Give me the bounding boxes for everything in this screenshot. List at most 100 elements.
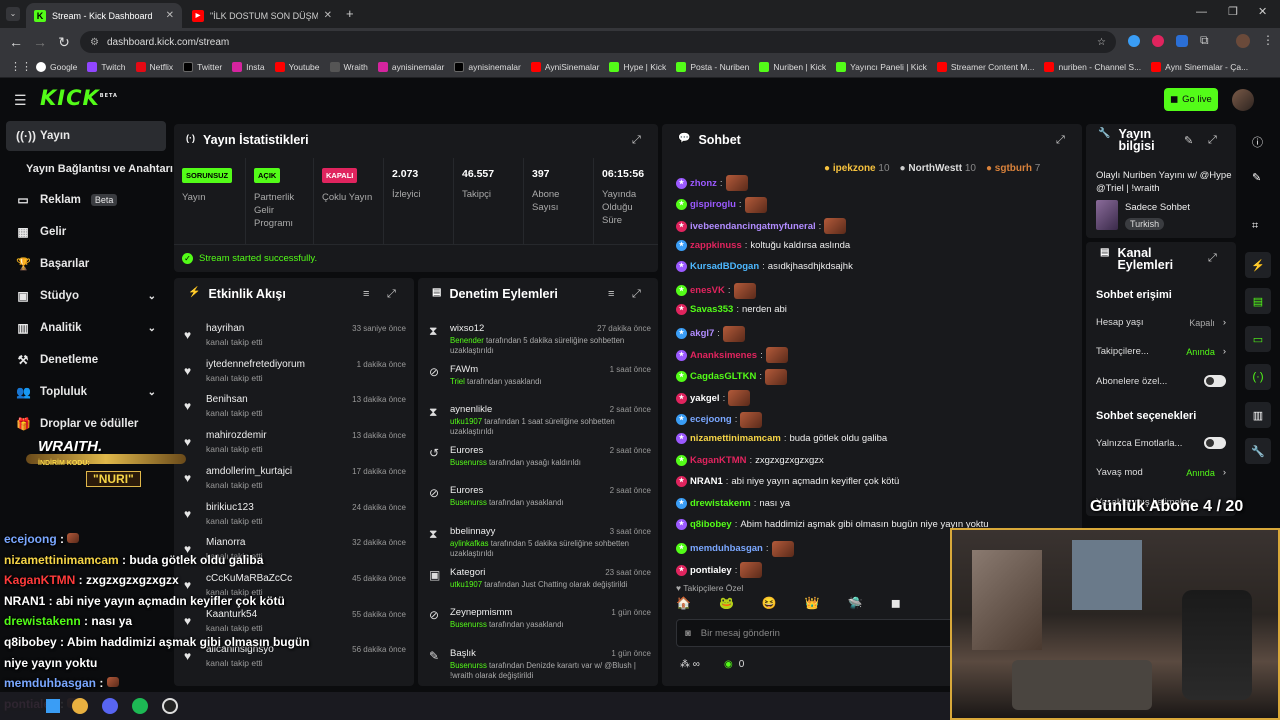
chat-message[interactable]: ★ ecejoong:	[676, 411, 763, 428]
close-tab-icon[interactable]: ✕	[166, 10, 174, 21]
moderation-item[interactable]: ⊘ Zeynepmismm Busenurss tarafından yasakla…	[421, 604, 657, 640]
site-info-icon[interactable]: ⚙	[90, 37, 99, 48]
bookmark-wraith[interactable]: Wraith	[329, 61, 368, 72]
moderation-item[interactable]: ⊘ Eurores Busenurss tarafından yasaklandı 2…	[421, 482, 657, 518]
bookmark-hype-kick[interactable]: Hype | Kick	[609, 61, 666, 72]
chat-username[interactable]: q8ibobey	[690, 519, 732, 530]
expand-icon[interactable]: ⤢	[1208, 252, 1217, 265]
filter-icon[interactable]: ≡	[608, 288, 614, 300]
bookmark-aynisinemalar-x[interactable]: aynisinemalar	[454, 61, 521, 72]
expand-icon[interactable]: ⤢	[632, 134, 641, 147]
edit-icon[interactable]: ✎	[1184, 134, 1193, 147]
activity-item[interactable]: ♥ Benihsan kanalı takip etti 13 dakika önce	[176, 391, 412, 427]
sidebar-item-topluluk[interactable]: 👥 Topluluk ⌄	[6, 377, 166, 407]
bookmark-nuriben-kick[interactable]: Nuriben | Kick	[759, 61, 826, 72]
extension-icon[interactable]	[1176, 35, 1188, 47]
spotify-icon[interactable]	[132, 698, 148, 714]
chat-message[interactable]: ★ CagdasGLTKN:	[676, 368, 787, 385]
category-name[interactable]: Sadece Sohbet	[1125, 202, 1190, 213]
filter-icon[interactable]: ≡	[363, 288, 369, 300]
bookmark-posta[interactable]: Posta - Nuriben	[676, 61, 749, 72]
maximize-icon[interactable]: ❐	[1228, 5, 1238, 18]
chat-message[interactable]: ★ KaganKTMN: zxgzxgzxgzxgzx	[676, 454, 824, 466]
activity-item[interactable]: ♥ amdollerim_kurtajci kanalı takip etti 17 …	[176, 463, 412, 499]
bookmark-netflix[interactable]: Netflix	[135, 61, 173, 72]
expand-icon[interactable]: ⤢	[1056, 134, 1065, 147]
sidebar-item-studyo[interactable]: ▣ Stüdyo ⌄	[6, 281, 166, 311]
steam-icon[interactable]	[162, 698, 178, 714]
chat-username[interactable]: NRAN1	[690, 476, 723, 487]
new-tab-button[interactable]: +	[346, 6, 354, 21]
account-age-row[interactable]: Hesap yaşı Kapalı ›	[1096, 317, 1226, 328]
tab-youtube[interactable]: ▶ "İLK DOSTUM SON DÜŞMANIM ✕	[184, 3, 340, 28]
moderation-item[interactable]: ⊘ FAWm Triel tarafından yasaklandı 1 saat ö…	[421, 361, 657, 397]
chat-users-icon[interactable]: ⁂ ∞	[680, 659, 700, 670]
bookmark-twitter[interactable]: Twitter	[183, 61, 222, 72]
bookmark-ayni-sinemalar[interactable]: Aynı Sinemalar - Ça...	[1151, 61, 1248, 72]
chat-username[interactable]: drewistakenn	[690, 498, 751, 509]
bookmark-google[interactable]: Google	[36, 61, 77, 72]
crop-icon[interactable]: ⌗	[1252, 220, 1258, 233]
sidebar-item-denetleme[interactable]: ⚒ Denetleme	[6, 345, 166, 375]
tab-list-button[interactable]: ⌄	[6, 7, 20, 21]
emote-icon[interactable]: 😆	[762, 596, 777, 612]
reload-icon[interactable]: ↻	[52, 34, 76, 51]
extension-icon[interactable]	[1128, 35, 1140, 47]
apps-grid-icon[interactable]: ⋮⋮	[10, 60, 32, 73]
sidebar-item-reklam[interactable]: ▭ Reklam Beta	[6, 185, 166, 215]
chrome-icon[interactable]	[72, 698, 88, 714]
chat-message[interactable]: ★ KursadBDogan: asıdkjhasdhjkdsajhk	[676, 261, 853, 272]
chat-username[interactable]: Ananksimenes	[690, 350, 757, 361]
bookmark-aynisinemalar[interactable]: aynisinemalar	[377, 61, 444, 72]
chat-message[interactable]: ★ Savas353: nerden abi	[676, 304, 787, 315]
extensions-puzzle-icon[interactable]: ⧉	[1200, 33, 1209, 48]
bookmark-insta[interactable]: Insta	[232, 61, 265, 72]
chat-message[interactable]: ★ drewistakenn: nası ya	[676, 497, 790, 509]
info-icon[interactable]: ⓘ	[1252, 134, 1263, 150]
moderation-item[interactable]: ↺ Eurores Busenurss tarafından yasağı kald…	[421, 442, 657, 478]
kick-logo[interactable]: KICKBETA	[40, 86, 118, 110]
chat-username[interactable]: gispiroglu	[690, 199, 736, 210]
channel-points[interactable]: ◉ 0	[724, 659, 744, 670]
chat-username[interactable]: zhonz	[690, 178, 717, 189]
profile-avatar-icon[interactable]	[1236, 34, 1250, 48]
chat-message[interactable]: ★ akgl7:	[676, 325, 745, 342]
chat-username[interactable]: ivebeendancingatmyfuneral	[690, 221, 816, 232]
activity-item[interactable]: ♥ birikiuc123 kanalı takip etti 24 dakika ö…	[176, 499, 412, 535]
chat-input[interactable]: ◙ Bir mesaj gönderin	[676, 619, 956, 647]
close-window-icon[interactable]: ✕	[1258, 5, 1267, 18]
bookmark-nuriben-channel[interactable]: nuriben - Channel S...	[1044, 61, 1141, 72]
pencil-icon[interactable]: ✎	[1252, 171, 1261, 184]
forward-icon[interactable]: →	[28, 34, 52, 50]
extension-icon[interactable]	[1152, 35, 1164, 47]
moderation-item[interactable]: ⧗ aynenlikle utku1907 tarafından 1 saat sü…	[421, 401, 657, 437]
bookmark-aynisinemalar-yt[interactable]: AyniSinemalar	[530, 61, 599, 72]
bookmark-yayinci-paneli[interactable]: Yayıncı Paneli | Kick	[836, 61, 927, 72]
chat-username[interactable]: pontialey	[690, 565, 732, 576]
activity-item[interactable]: ♥ mahirozdemir kanalı takip etti 13 dakika …	[176, 427, 412, 463]
chat-message[interactable]: ★ enesVK:	[676, 282, 756, 299]
bookmark-youtube[interactable]: Youtube	[274, 61, 320, 72]
tab-kick-dashboard[interactable]: K Stream - Kick Dashboard ✕	[26, 3, 182, 28]
chat-username[interactable]: akgl7	[690, 328, 714, 339]
chat-message[interactable]: ★ NRAN1: abi niye yayın açmadın keyifler ç…	[676, 476, 899, 487]
chat-username[interactable]: ecejoong	[690, 414, 732, 425]
bookmark-twitch[interactable]: Twitch	[87, 61, 126, 72]
subscribers-only-toggle[interactable]	[1204, 375, 1226, 387]
chat-message[interactable]: ★ memduhbasgan:	[676, 540, 794, 557]
emote-icon[interactable]: 👑	[805, 596, 820, 612]
sidebar-item-analitik[interactable]: ▥ Analitik ⌄	[6, 313, 166, 343]
bolt-action-icon[interactable]: ⚡	[1245, 252, 1271, 278]
bookmark-star-icon[interactable]: ☆	[1097, 37, 1106, 48]
sidebar-item-stream-key[interactable]: Yayın Bağlantısı ve Anahtarı	[6, 154, 173, 184]
minimize-icon[interactable]: —	[1196, 6, 1207, 18]
followers-only-row[interactable]: Takipçilere... Anında ›	[1096, 346, 1226, 357]
expand-icon[interactable]: ⤢	[1208, 134, 1217, 147]
expand-icon[interactable]: ⤢	[632, 288, 641, 301]
hamburger-menu-icon[interactable]: ☰	[14, 92, 27, 109]
chat-message[interactable]: ★ q8ibobey: Abim haddimizi aşmak gibi olma…	[676, 519, 989, 530]
slow-mode-row[interactable]: Yavaş mod Anında ›	[1096, 467, 1226, 478]
moderation-item[interactable]: ⧗ wixso12 Benender tarafından 5 dakika sür…	[421, 320, 657, 356]
activity-item[interactable]: ♥ hayrihan kanalı takip etti 33 saniye önce	[176, 320, 412, 356]
user-avatar[interactable]	[1232, 89, 1254, 111]
